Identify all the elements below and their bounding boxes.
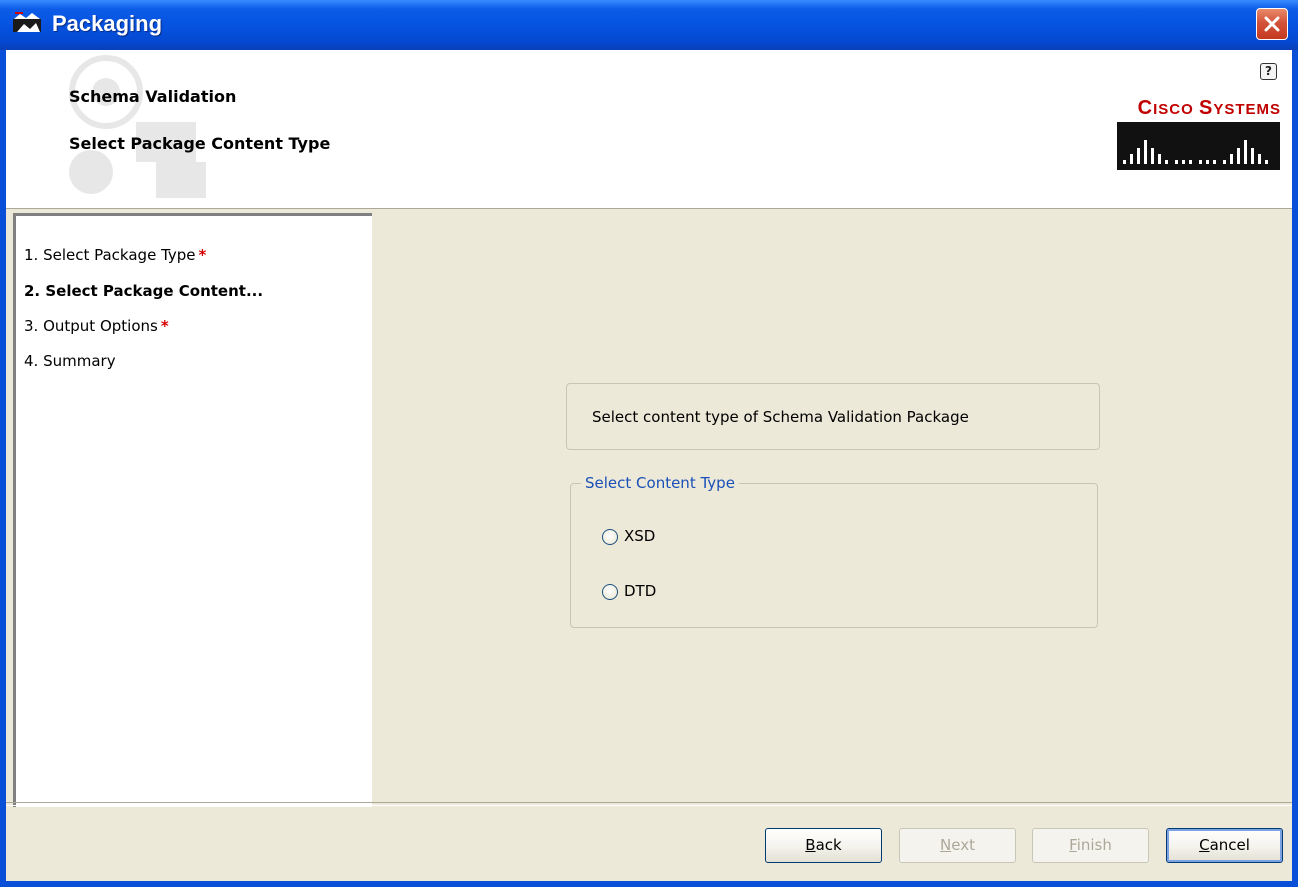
next-button[interactable]: Next <box>899 828 1016 863</box>
dialog-client-area: Schema Validation Select Package Content… <box>6 50 1292 881</box>
radio-dtd-label: DTD <box>624 582 657 600</box>
content-type-groupbox: Select Content Type XSD DTD <box>570 474 1098 628</box>
header-subtitle: Select Package Content Type <box>69 134 331 153</box>
radio-button-circle[interactable] <box>602 529 618 545</box>
header-title: Schema Validation <box>69 87 237 106</box>
close-button[interactable] <box>1256 8 1288 40</box>
step-select-package-content[interactable]: 2. Select Package Content... <box>24 282 263 300</box>
window-title: Packaging <box>52 11 163 36</box>
cancel-button[interactable]: Cancel <box>1166 828 1283 863</box>
groupbox-title: Select Content Type <box>581 474 739 492</box>
radio-button-circle[interactable] <box>602 584 618 600</box>
packaging-app-icon <box>13 12 41 32</box>
info-message: Select content type of Schema Validation… <box>592 408 969 426</box>
required-marker: * <box>198 246 207 264</box>
finish-button[interactable]: Finish <box>1032 828 1149 863</box>
cisco-logo-text: CISCO SYSTEMS <box>1137 97 1281 119</box>
radio-xsd-label: XSD <box>624 527 656 545</box>
footer-divider <box>6 802 1292 806</box>
close-icon <box>1264 16 1280 32</box>
cisco-logo-bars <box>1117 122 1280 170</box>
help-icon[interactable]: ? <box>1260 63 1277 80</box>
packaging-window: Packaging Schema Validation Select Packa… <box>0 0 1298 887</box>
back-button[interactable]: Back <box>765 828 882 863</box>
title-bar[interactable]: Packaging <box>0 0 1298 50</box>
wizard-header: Schema Validation Select Package Content… <box>6 50 1292 209</box>
step-summary[interactable]: 4. Summary <box>24 352 116 370</box>
step-output-options[interactable]: 3. Output Options * <box>24 317 169 335</box>
required-marker: * <box>160 317 169 335</box>
header-watermark-graphic <box>69 55 206 198</box>
info-message-box: Select content type of Schema Validation… <box>566 383 1100 450</box>
wizard-steps-panel: 1. Select Package Type * 2. Select Packag… <box>13 213 372 807</box>
step-select-package-type[interactable]: 1. Select Package Type * <box>24 246 206 264</box>
